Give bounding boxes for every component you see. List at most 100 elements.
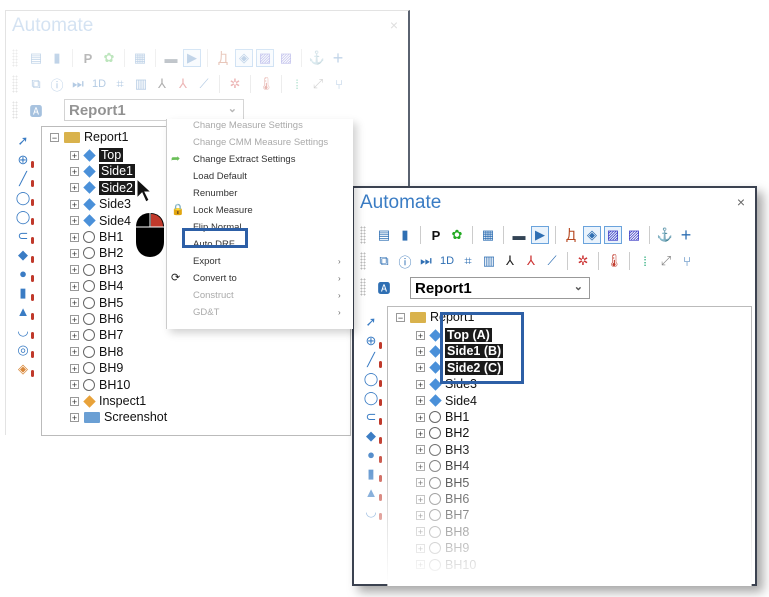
- toolbar-grip[interactable]: [360, 252, 366, 270]
- sphere-icon[interactable]: ●: [12, 264, 34, 283]
- torus-icon[interactable]: ◎: [12, 340, 34, 359]
- branch-icon[interactable]: ⑂: [678, 252, 696, 270]
- 1d-icon[interactable]: 1D: [90, 75, 108, 93]
- anchor-icon[interactable]: ⚓: [308, 49, 326, 67]
- expand-icon[interactable]: +: [416, 461, 425, 471]
- plane-icon[interactable]: ◆: [360, 426, 382, 445]
- info-icon[interactable]: ⓘ: [396, 252, 414, 270]
- toolbar-grip[interactable]: [12, 101, 18, 119]
- window-icon[interactable]: ▬: [162, 49, 180, 67]
- expand-icon[interactable]: +: [70, 232, 79, 242]
- menu-item[interactable]: Lock Measure: [193, 204, 253, 218]
- dish-icon[interactable]: ◡: [360, 502, 382, 521]
- circle-feature-icon[interactable]: ◯: [12, 188, 34, 207]
- align-icon[interactable]: ✲: [226, 75, 244, 93]
- expand-icon[interactable]: +: [70, 298, 79, 308]
- report-icon[interactable]: ▤: [375, 226, 393, 244]
- tree-item[interactable]: + BH2: [416, 425, 469, 441]
- tree-item[interactable]: + BH9: [70, 360, 123, 376]
- play-icon[interactable]: ▶: [531, 226, 549, 244]
- tree-item[interactable]: + BH5: [416, 475, 469, 491]
- toolbar-grip[interactable]: [360, 278, 366, 296]
- book-icon[interactable]: ▮: [396, 226, 414, 244]
- menu-item[interactable]: GD&T ›: [193, 306, 341, 320]
- tree-item[interactable]: + BH1: [416, 409, 469, 425]
- tree-item[interactable]: + BH8: [70, 344, 123, 360]
- line-icon[interactable]: ╱: [360, 350, 382, 369]
- axis2-icon[interactable]: ⅄: [174, 75, 192, 93]
- axis-icon[interactable]: ⅄: [153, 75, 171, 93]
- collapse-icon[interactable]: −: [50, 132, 59, 142]
- tree-item[interactable]: + BH4: [416, 458, 469, 474]
- anchor-icon[interactable]: ⚓: [656, 226, 674, 244]
- slot-icon[interactable]: ⊂: [12, 226, 34, 245]
- expand-icon[interactable]: +: [70, 314, 79, 324]
- slot-icon[interactable]: ⊂: [360, 407, 382, 426]
- robot-icon[interactable]: Ꚁ: [214, 49, 232, 67]
- expand-icon[interactable]: +: [416, 494, 425, 504]
- grid-icon[interactable]: ⁞: [636, 252, 654, 270]
- tree-item[interactable]: + BH4: [70, 278, 123, 294]
- tree-item[interactable]: + Side4: [70, 213, 131, 229]
- point-icon[interactable]: ➚: [12, 131, 34, 150]
- menu-item[interactable]: Load Default: [193, 170, 247, 184]
- table-icon[interactable]: ▥: [132, 75, 150, 93]
- expand-icon[interactable]: +: [70, 396, 79, 406]
- thermometer-icon[interactable]: 🌡: [257, 75, 275, 93]
- window-icon[interactable]: ▬: [510, 226, 528, 244]
- report-combo[interactable]: Report1 ⌄: [64, 99, 244, 121]
- book-icon[interactable]: ▮: [48, 49, 66, 67]
- hatch-color-icon[interactable]: ▨: [625, 226, 643, 244]
- tree-item[interactable]: + BH2: [70, 245, 123, 261]
- tree-item[interactable]: + BH5: [70, 295, 123, 311]
- expand-icon[interactable]: +: [416, 543, 425, 553]
- plus-icon[interactable]: +: [329, 48, 347, 68]
- hatch-icon[interactable]: ▨: [256, 49, 274, 67]
- expand-icon[interactable]: +: [416, 412, 425, 422]
- cylinder-icon[interactable]: ▮: [12, 283, 34, 302]
- tree-item[interactable]: + Side2: [70, 180, 135, 196]
- tree-item[interactable]: + Screenshot: [70, 409, 167, 425]
- hatch-icon[interactable]: ▨: [604, 226, 622, 244]
- align-icon[interactable]: ✲: [574, 252, 592, 270]
- screenshot-icon[interactable]: ⧉: [375, 252, 393, 270]
- cone-icon[interactable]: ▲: [360, 483, 382, 502]
- collapse-icon[interactable]: −: [396, 312, 405, 322]
- probe-icon[interactable]: ✿: [100, 49, 118, 67]
- cmm-icon[interactable]: ⌗: [111, 75, 129, 93]
- line-icon[interactable]: ╱: [12, 169, 34, 188]
- close-button[interactable]: ×: [737, 194, 745, 210]
- p-icon[interactable]: P: [427, 226, 445, 244]
- expand-icon[interactable]: +: [416, 478, 425, 488]
- plus-icon[interactable]: +: [677, 225, 695, 245]
- cone-icon[interactable]: ▲: [12, 302, 34, 321]
- step-icon[interactable]: ⏭: [417, 252, 435, 270]
- expand-icon[interactable]: +: [416, 363, 425, 373]
- cylinder-icon[interactable]: ▮: [360, 464, 382, 483]
- tree-item[interactable]: + Top: [70, 147, 124, 163]
- tree-item[interactable]: + Side3: [70, 196, 131, 212]
- vector-icon[interactable]: ⤢: [309, 75, 327, 93]
- expand-icon[interactable]: +: [70, 281, 79, 291]
- expand-icon[interactable]: +: [416, 379, 425, 389]
- expand-icon[interactable]: +: [70, 380, 79, 390]
- add-report-icon[interactable]: 🅰: [375, 278, 393, 296]
- table-icon[interactable]: ▥: [480, 252, 498, 270]
- expand-icon[interactable]: +: [70, 183, 79, 193]
- toolbar-grip[interactable]: [12, 75, 18, 93]
- tree-item[interactable]: + BH7: [70, 327, 123, 343]
- sphere-icon[interactable]: ●: [360, 445, 382, 464]
- tree-item[interactable]: + Side4: [416, 393, 477, 409]
- tree-item[interactable]: + BH7: [416, 507, 469, 523]
- expand-icon[interactable]: +: [70, 166, 79, 176]
- expand-icon[interactable]: +: [70, 412, 79, 422]
- expand-icon[interactable]: +: [416, 510, 425, 520]
- menu-item[interactable]: Change Measure Settings: [193, 119, 303, 133]
- expand-icon[interactable]: +: [70, 363, 79, 373]
- tree-item[interactable]: + BH8: [416, 524, 469, 540]
- menu-item[interactable]: Renumber: [193, 187, 237, 201]
- toolbar-grip[interactable]: [360, 226, 366, 244]
- robot-icon[interactable]: Ꚁ: [562, 226, 580, 244]
- close-button[interactable]: ×: [390, 17, 398, 33]
- chart-icon[interactable]: ⟋: [543, 252, 561, 270]
